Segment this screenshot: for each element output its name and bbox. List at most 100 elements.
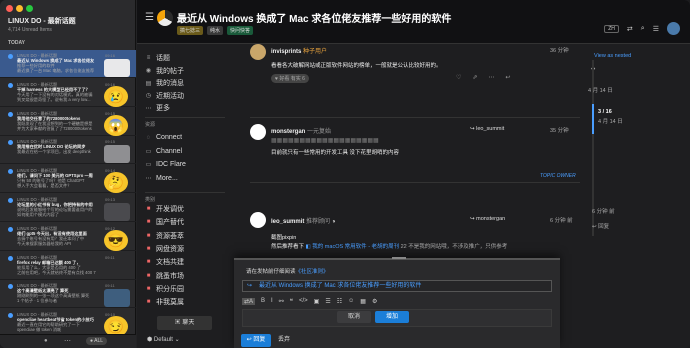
close-window-button[interactable] (6, 5, 13, 12)
more-icon[interactable]: ⋯ (488, 74, 494, 81)
timeline-reply-button[interactable]: ↩ 回复 (592, 222, 609, 230)
italic-icon[interactable]: I (271, 298, 273, 305)
view-as-nested-link[interactable]: View as nested (594, 53, 631, 59)
default-theme-select[interactable]: ⬢ Default ⌄ (147, 336, 180, 343)
cancel-button[interactable]: 取消 (337, 311, 371, 323)
sidebar-item[interactable]: ◷ 近期活动 (145, 91, 184, 101)
post-author[interactable]: leo_summit 推荐顾问 ◑ (271, 216, 335, 225)
mail-item[interactable]: LINUX DO - 最新话题 最近从 Windows 换成了 Mac 求各位佬友… (0, 50, 136, 78)
submit-reply-button[interactable]: ↩ 回复 (241, 334, 271, 347)
like-icon[interactable]: ♡ (456, 74, 461, 81)
sidebar-item[interactable]: ■ 资源荟萃 (145, 231, 184, 241)
external-link[interactable]: ◧ 我的 macOS 常用软件 - 老胡的周刊 (306, 244, 400, 250)
mail-item[interactable]: LINUX DO - 最新话题 干掉 harness 的大模型已经用不了了？ 今天用… (0, 79, 136, 107)
mail-item[interactable]: LINUX DO - 最新话题 我用他交任意了约7280000tokens 我既发现… (0, 108, 136, 136)
mail-thumbnail (104, 145, 130, 164)
timeline-handle[interactable] (592, 104, 594, 134)
reaction-pill[interactable]: ♥ 好看 有实 6 (271, 74, 309, 83)
mail-item[interactable]: LINUX DO - 最新话题 论坛里的小红书有 bug，你把持有的中用 说明后发能… (0, 194, 136, 222)
site-logo[interactable] (157, 10, 173, 26)
sidebar-item[interactable]: ▤ 我的消息 (145, 78, 184, 88)
search-icon[interactable]: ⌕ (641, 25, 645, 33)
sidebar-item[interactable]: ◉ 我的帖子 (145, 66, 184, 76)
avatar[interactable] (250, 212, 266, 228)
add-button[interactable]: 增加 (375, 311, 409, 323)
post-body-2: 然后推荐看下 ◧ 我的 macOS 常用软件 - 老胡的周刊 22 不是我的网站… (271, 242, 507, 250)
mail-item[interactable]: LINUX DO - 最新话题 佬们，请问下 100 美元的 GPTSpro 一周… (0, 165, 136, 194)
minimize-window-button[interactable] (16, 5, 23, 12)
reply-to-user[interactable]: monstergan (476, 216, 505, 222)
reply-icon[interactable]: ↩ (505, 74, 510, 81)
sidebar-item[interactable]: ▭ Channel (145, 148, 182, 155)
username[interactable]: leo_summit (271, 219, 304, 225)
link-icon[interactable]: ⇗ (472, 74, 477, 81)
markdown-toggle-icon[interactable]: ⇄A (242, 298, 256, 305)
mail-item[interactable]: LINUX DO - 最新话题 佬们 gpt5 今天出，有没有使用这里面 去搞个账号… (0, 223, 136, 251)
mail-item[interactable]: LINUX DO - 最新话题 我用推在优时 LINUX DO 论坛的同步 我最近在… (0, 136, 136, 165)
link-text: 我的 macOS 常用软件 - 老胡的周刊 (312, 244, 400, 250)
sidebar-item[interactable]: ■ 积分乐园 (145, 284, 184, 294)
unread-dot (8, 111, 13, 117)
drag-handle[interactable] (392, 257, 406, 259)
tag-quick-qa[interactable]: 快问快答 (227, 26, 254, 35)
link-icon[interactable]: ⚯ (279, 298, 284, 305)
post-time[interactable]: 6 分钟 前 (550, 216, 573, 224)
discard-button[interactable]: 丢弃 (278, 334, 290, 347)
tag-pure-water[interactable]: 纯水 (207, 26, 224, 35)
sidebar-item[interactable]: ■ 开发调优 (145, 204, 184, 214)
chat-button[interactable]: ▣ 聊天 (157, 316, 212, 330)
date-icon[interactable]: ▦ (360, 298, 366, 305)
timeline-start-date[interactable]: 4 月 14 日 (588, 86, 613, 94)
body-text: 然后推荐看下 (271, 244, 305, 250)
reply-to-user[interactable]: leo_summit (476, 126, 504, 132)
mail-item[interactable]: LINUX DO - 最新话题 这个高清壁纸太漂亮了 算死 刚刚刷到的一张一项这个高… (0, 280, 136, 309)
guideline-link[interactable]: 《社区准则》 (296, 269, 329, 275)
sidebar-item[interactable]: ■ 跳蚤市场 (145, 271, 184, 281)
avatar[interactable] (250, 124, 266, 140)
sidebar-item[interactable]: ≡ 话题 (145, 53, 170, 63)
timeline-end-time[interactable]: 6 分钟 前 (592, 207, 615, 215)
menu-grid-icon[interactable]: ☰ (653, 25, 659, 33)
post-author[interactable]: monstergan 一元复始 (271, 126, 331, 135)
username[interactable]: invisprints (271, 49, 301, 55)
language-select[interactable]: ZH (604, 24, 619, 33)
avatar[interactable] (250, 44, 266, 60)
language-switch-icon[interactable]: ⇄ (627, 25, 633, 33)
sidebar-item[interactable]: ■ 网盘资源 (145, 244, 184, 254)
options-icon[interactable]: ⚙ (372, 298, 377, 305)
filter-dot-icon[interactable]: ● (44, 338, 48, 344)
sidebar-item[interactable]: ▭ IDC Flare (145, 161, 186, 168)
bold-icon[interactable]: B (261, 298, 265, 305)
list-icon[interactable]: ☰ (325, 298, 330, 305)
more-dots-icon[interactable]: ⋯ (64, 337, 71, 345)
user-title: 一元复始 (307, 129, 332, 135)
mail-item[interactable]: LINUX DO - 最新话题 firefox relay 邮箱已达额 400 了… (0, 252, 136, 280)
username[interactable]: monstergan (271, 129, 305, 135)
mail-item[interactable]: LINUX DO - 最新话题 opencliae heartbeat节省 tok… (0, 309, 136, 338)
sidebar-item[interactable]: ⋯ 更多 (145, 103, 171, 113)
quote-icon[interactable]: ❝ (290, 298, 293, 305)
sidebar-item[interactable]: ■ 非我莫属 (145, 297, 184, 307)
post-time[interactable]: 35 分钟 (550, 126, 569, 134)
topic-title[interactable]: 最近从 Windows 换成了 Mac 求各位佬友推荐一些好用的软件 (177, 10, 451, 25)
reply-to[interactable]: ↪ leo_summit (470, 126, 504, 132)
image-icon[interactable]: ▣ (314, 298, 320, 305)
post-author[interactable]: invisprints 种子用户 (271, 46, 327, 55)
post-time[interactable]: 36 分钟 (550, 46, 569, 54)
user-avatar[interactable] (667, 22, 680, 35)
hamburger-menu-icon[interactable]: ☰ (145, 12, 154, 23)
zoom-window-button[interactable] (26, 5, 33, 12)
sidebar-item[interactable]: ■ 国产替代 (145, 217, 184, 227)
mailbox-title: LINUX DO - 最新话题 (8, 18, 76, 25)
code-icon[interactable]: </> (299, 298, 308, 305)
all-filter-pill[interactable]: ● ALL (86, 337, 108, 345)
sidebar-item[interactable]: ■ 文档共建 (145, 257, 184, 267)
numbered-list-icon[interactable]: ☷ (337, 298, 342, 305)
sidebar-item[interactable]: ⋯ More... (145, 175, 178, 182)
chat-icon: ▣ (174, 320, 181, 326)
emoji-icon[interactable]: ☺ (348, 298, 354, 305)
reply-to[interactable]: ↪ monstergan (470, 216, 505, 222)
reply-target-title[interactable]: ↪ 最近从 Windows 换成了 Mac 求各位佬友推荐一些好用的软件 (242, 280, 552, 292)
sidebar-item[interactable]: ◌ Connect (145, 134, 182, 141)
tag-category[interactable]: 搞七捻三 (177, 26, 204, 35)
